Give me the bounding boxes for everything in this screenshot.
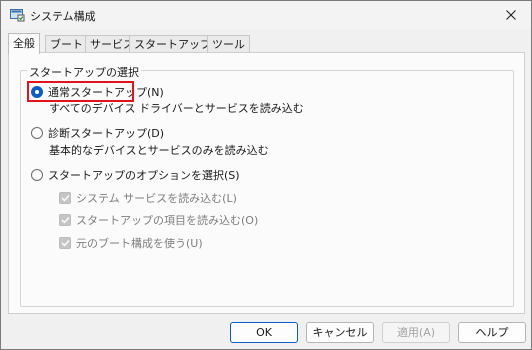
window-title: システム構成 bbox=[30, 10, 96, 23]
close-icon bbox=[506, 10, 516, 20]
msconfig-app-icon bbox=[9, 7, 25, 23]
apply-button[interactable]: 適用(A) bbox=[382, 322, 450, 343]
ok-button[interactable]: OK bbox=[230, 322, 298, 343]
system-configuration-window: システム構成 全般 ブート サービス スタートアップ ツール スタートアップの選… bbox=[0, 0, 532, 350]
normal-startup-description: すべてのデバイス ドライバーとサービスを読み込む bbox=[49, 102, 304, 115]
radio-unchecked-icon bbox=[31, 169, 43, 181]
use-original-boot-config-label: 元のブート構成を使う(U) bbox=[76, 237, 203, 250]
load-system-services-checkbox[interactable]: システム サービスを読み込む(L) bbox=[59, 190, 237, 206]
checkbox-checked-icon bbox=[59, 214, 71, 226]
selective-startup-radio[interactable]: スタートアップのオプションを選択(S) bbox=[31, 167, 240, 183]
cancel-button[interactable]: キャンセル bbox=[306, 322, 374, 343]
diagnostic-startup-description: 基本的なデバイスとサービスのみを読み込む bbox=[49, 144, 269, 157]
help-button[interactable]: ヘルプ bbox=[458, 322, 526, 343]
checkbox-checked-icon bbox=[59, 192, 71, 204]
diagnostic-startup-label: 診断スタートアップ(D) bbox=[48, 127, 165, 140]
group-title: スタートアップの選択 bbox=[27, 64, 141, 80]
load-startup-items-checkbox[interactable]: スタートアップの項目を読み込む(O) bbox=[59, 212, 258, 228]
tab-startup[interactable]: スタートアップ bbox=[129, 35, 216, 53]
tab-general[interactable]: 全般 bbox=[8, 33, 40, 54]
tab-boot[interactable]: ブート bbox=[45, 35, 88, 53]
selective-startup-label: スタートアップのオプションを選択(S) bbox=[48, 169, 240, 182]
use-original-boot-config-checkbox[interactable]: 元のブート構成を使う(U) bbox=[59, 235, 203, 251]
diagnostic-startup-radio[interactable]: 診断スタートアップ(D) bbox=[31, 125, 164, 141]
title-bar: システム構成 bbox=[1, 1, 531, 29]
tab-tools[interactable]: ツール bbox=[207, 35, 250, 53]
load-startup-items-label: スタートアップの項目を読み込む(O) bbox=[76, 214, 259, 227]
load-system-services-label: システム サービスを読み込む(L) bbox=[76, 192, 237, 205]
highlight-box bbox=[27, 81, 134, 102]
radio-unchecked-icon bbox=[31, 127, 43, 139]
close-button[interactable] bbox=[491, 1, 531, 29]
checkbox-checked-icon bbox=[59, 237, 71, 249]
